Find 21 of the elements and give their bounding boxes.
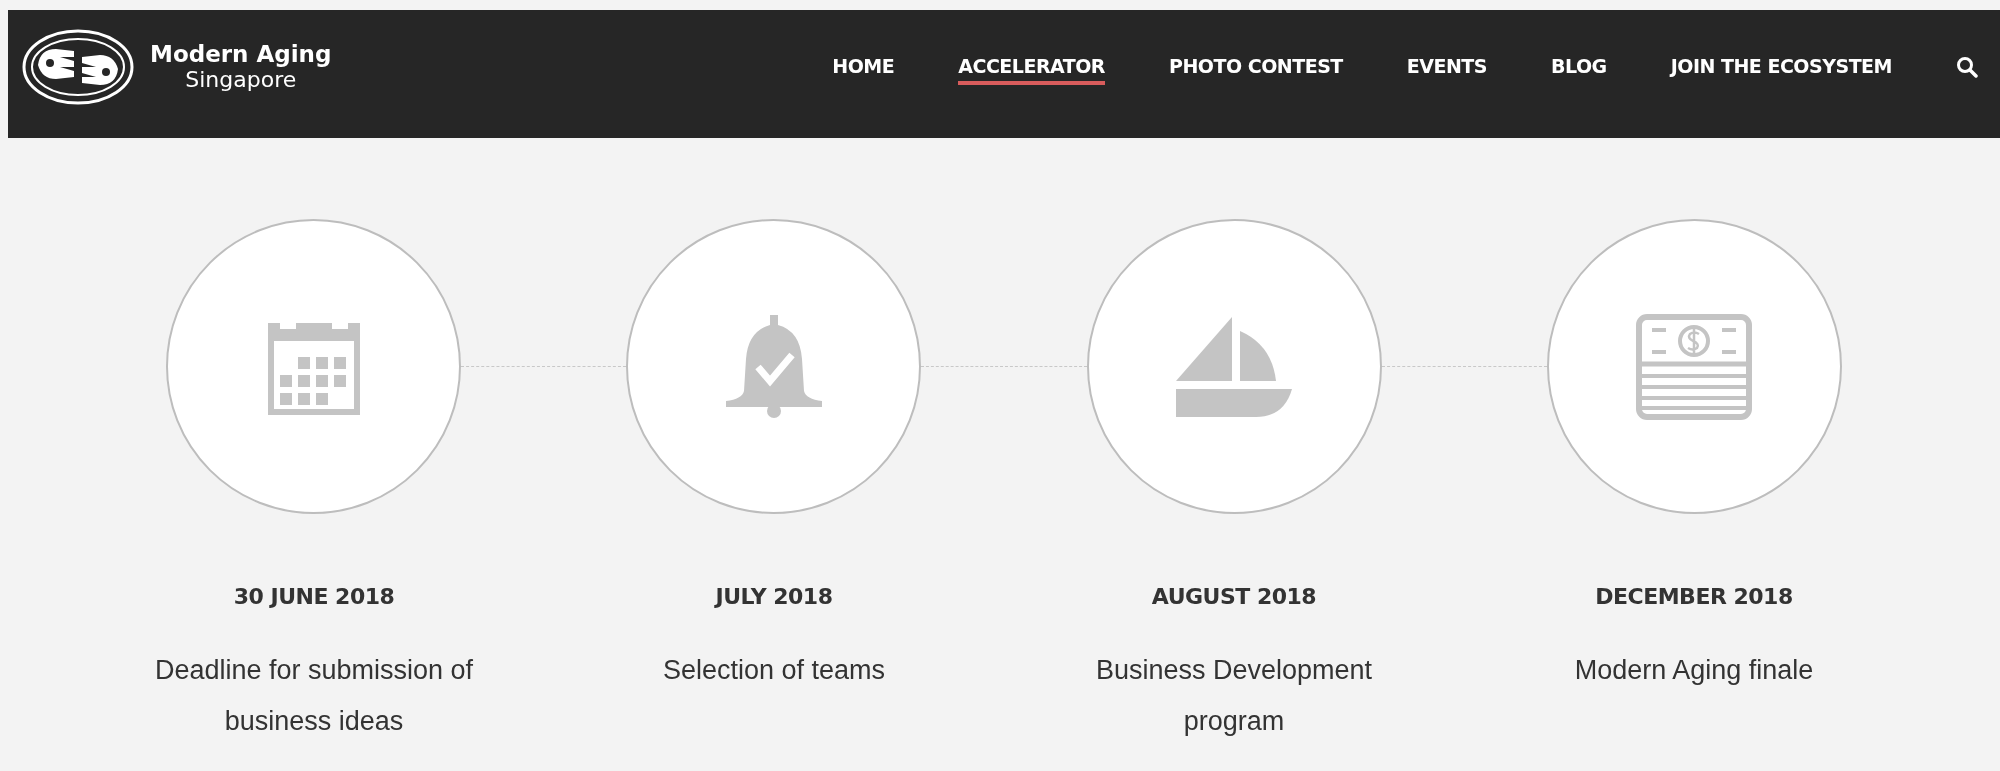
step-date: DECEMBER 2018 — [1595, 584, 1793, 609]
step-date: AUGUST 2018 — [1151, 584, 1317, 609]
bell-check-icon — [725, 314, 822, 419]
sailboat-icon — [1176, 316, 1293, 417]
nav-link[interactable]: EVENTS — [1406, 49, 1487, 85]
search-icon[interactable] — [1956, 56, 1978, 78]
logo-title: Modern Aging — [150, 42, 332, 68]
step-description: Selection of teams — [661, 654, 887, 687]
nav-link[interactable]: HOME — [832, 49, 895, 85]
step-description: Deadline for submission of business ideas — [153, 654, 475, 738]
step-description: Business Development program — [1094, 654, 1374, 738]
nav-link[interactable]: JOIN THE ECOSYSTEM — [1670, 49, 1892, 85]
step-date: JULY 2018 — [715, 584, 833, 609]
logo-link[interactable]: Modern Aging Singapore — [20, 25, 332, 109]
step-description: Modern Aging finale — [1573, 654, 1815, 687]
nav-link[interactable]: PHOTO CONTEST — [1169, 49, 1343, 85]
logo-subtitle: Singapore — [185, 67, 297, 92]
nav-link[interactable]: BLOG — [1551, 49, 1607, 85]
money-stack-icon — [1636, 313, 1753, 420]
step-date: 30 JUNE 2018 — [233, 584, 395, 609]
nav-link[interactable]: ACCELERATOR — [958, 49, 1105, 85]
